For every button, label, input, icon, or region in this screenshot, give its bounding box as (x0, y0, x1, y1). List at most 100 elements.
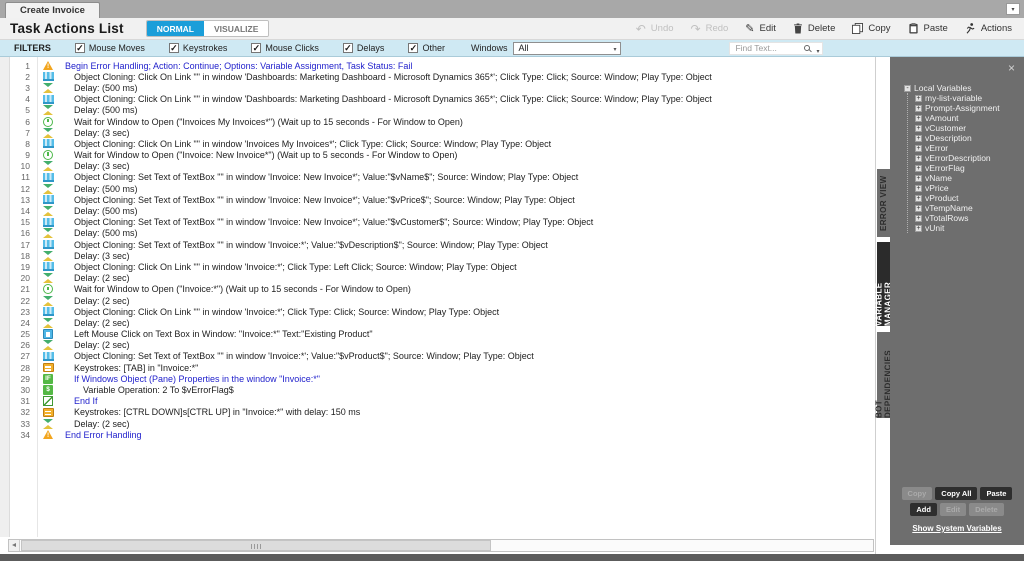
expand-icon[interactable]: + (915, 205, 922, 212)
windows-dropdown[interactable]: All (513, 42, 621, 55)
close-icon[interactable]: × (1008, 63, 1015, 73)
task-action-row[interactable]: 25Left Mouse Click on Text Box in Window… (0, 329, 875, 340)
tab-create-invoice[interactable]: Create Invoice (5, 2, 100, 18)
filter-mouse-moves[interactable]: ✓ Mouse Moves (75, 43, 145, 53)
task-action-row[interactable]: 18Delay: (3 sec) (0, 250, 875, 261)
expand-icon[interactable]: + (915, 215, 922, 222)
task-action-row[interactable]: 20Delay: (2 sec) (0, 273, 875, 284)
tab-overflow-button[interactable] (1006, 3, 1020, 15)
task-action-row[interactable]: 7Delay: (3 sec) (0, 127, 875, 138)
filter-keystrokes[interactable]: ✓Keystrokes (169, 43, 228, 53)
filter-delays[interactable]: ✓Delays (343, 43, 385, 53)
expand-icon[interactable]: + (915, 145, 922, 152)
copy-button[interactable]: Copy (852, 23, 890, 34)
checkbox-icon[interactable]: ✓ (251, 43, 261, 53)
expand-icon[interactable]: + (915, 225, 922, 232)
task-action-row[interactable]: 12Delay: (500 ms) (0, 183, 875, 194)
task-action-row[interactable]: 5Delay: (500 ms) (0, 105, 875, 116)
checkbox-icon[interactable]: ✓ (169, 43, 179, 53)
action-text: Delay: (3 sec) (59, 128, 130, 138)
task-action-row[interactable]: 2Object Cloning: Click On Link "" in win… (0, 71, 875, 82)
variable-item[interactable]: +vTempName (915, 203, 1018, 213)
side-tab-bot-dependencies[interactable]: BOT DEPENDENCIES (877, 332, 890, 418)
expand-icon[interactable]: + (915, 115, 922, 122)
variable-item[interactable]: +Prompt-Assignment (915, 103, 1018, 113)
checkbox-icon[interactable]: ✓ (343, 43, 353, 53)
variable-item[interactable]: +my-list-variable (915, 93, 1018, 103)
task-action-row[interactable]: 26Delay: (2 sec) (0, 340, 875, 351)
expand-icon[interactable]: + (915, 95, 922, 102)
task-action-row[interactable]: 16Delay: (500 ms) (0, 228, 875, 239)
side-tab-variable-manager[interactable]: VARIABLE MANAGER (877, 242, 890, 326)
visualize-mode-button[interactable]: VISUALIZE (204, 21, 268, 36)
paste-button[interactable]: Paste (908, 23, 948, 34)
task-action-row[interactable]: 9Wait for Window to Open ("Invoice: New … (0, 150, 875, 161)
expand-icon[interactable]: + (915, 165, 922, 172)
task-action-row[interactable]: 3Delay: (500 ms) (0, 82, 875, 93)
variable-item[interactable]: +vError (915, 143, 1018, 153)
task-action-row[interactable]: 30$Variable Operation: 2 To $vErrorFlag$ (0, 384, 875, 395)
collapse-icon[interactable]: - (904, 85, 911, 92)
paste-variable-button[interactable]: Paste (980, 487, 1012, 500)
edit-button[interactable]: ✎Edit (745, 23, 776, 34)
variable-item[interactable]: +vProduct (915, 193, 1018, 203)
variable-item[interactable]: +vPrice (915, 183, 1018, 193)
task-action-row[interactable]: 8Object Cloning: Click On Link "" in win… (0, 138, 875, 149)
actions-button[interactable]: Actions (965, 23, 1012, 34)
filter-mouse-clicks[interactable]: ✓Mouse Clicks (251, 43, 319, 53)
task-action-row[interactable]: 27Object Cloning: Set Text of TextBox ""… (0, 351, 875, 362)
variable-item[interactable]: +vErrorDescription (915, 153, 1018, 163)
expand-icon[interactable]: + (915, 105, 922, 112)
copy-all-variable-button[interactable]: Copy All (935, 487, 977, 500)
line-number: 17 (0, 240, 37, 250)
task-action-row[interactable]: 28Keystrokes: [TAB] in "Invoice:*" (0, 362, 875, 373)
task-action-row[interactable]: 17Object Cloning: Set Text of TextBox ""… (0, 239, 875, 250)
side-tab-error-view[interactable]: ERROR VIEW (877, 169, 890, 237)
task-action-row[interactable]: 15Object Cloning: Set Text of TextBox ""… (0, 217, 875, 228)
task-action-row[interactable]: 31End If (0, 396, 875, 407)
normal-mode-button[interactable]: NORMAL (147, 21, 204, 36)
task-action-row[interactable]: 29IFIf Windows Object (Pane) Properties … (0, 373, 875, 384)
task-action-row[interactable]: 19Object Cloning: Click On Link "" in wi… (0, 261, 875, 272)
expand-icon[interactable]: + (915, 135, 922, 142)
checkbox-icon[interactable]: ✓ (75, 43, 85, 53)
variable-item[interactable]: +vUnit (915, 223, 1018, 233)
task-action-row[interactable]: 4Object Cloning: Click On Link "" in win… (0, 94, 875, 105)
task-action-row[interactable]: 1Begin Error Handling; Action: Continue;… (0, 60, 875, 71)
delete-button[interactable]: Delete (793, 23, 835, 34)
task-action-row[interactable]: 33Delay: (2 sec) (0, 418, 875, 429)
variable-item[interactable]: +vErrorFlag (915, 163, 1018, 173)
show-system-variables-link[interactable]: Show System Variables (912, 524, 1001, 533)
variable-item[interactable]: +vCustomer (915, 123, 1018, 133)
filter-checkbox-label: Mouse Moves (89, 43, 145, 53)
tree-root[interactable]: - Local Variables (904, 83, 1018, 93)
search-icon[interactable] (804, 45, 810, 51)
horizontal-scrollbar[interactable] (8, 539, 874, 552)
task-action-row[interactable]: 24Delay: (2 sec) (0, 317, 875, 328)
search-options-caret-icon[interactable] (816, 45, 819, 55)
task-action-row[interactable]: 22Delay: (2 sec) (0, 295, 875, 306)
task-action-row[interactable]: 14Delay: (500 ms) (0, 205, 875, 216)
expand-icon[interactable]: + (915, 175, 922, 182)
expand-icon[interactable]: + (915, 195, 922, 202)
task-action-row[interactable]: 11Object Cloning: Set Text of TextBox ""… (0, 172, 875, 183)
expand-icon[interactable]: + (915, 185, 922, 192)
task-action-row[interactable]: 6Wait for Window to Open ("Invoices My I… (0, 116, 875, 127)
task-action-row[interactable]: 21Wait for Window to Open ("Invoice:*") … (0, 284, 875, 295)
variable-item[interactable]: +vAmount (915, 113, 1018, 123)
scroll-left-button[interactable] (9, 540, 20, 551)
checkbox-icon[interactable]: ✓ (408, 43, 418, 53)
expand-icon[interactable]: + (915, 155, 922, 162)
task-action-row[interactable]: 23Object Cloning: Click On Link "" in wi… (0, 306, 875, 317)
add-variable-button[interactable]: Add (910, 503, 937, 516)
variable-item[interactable]: +vName (915, 173, 1018, 183)
scrollbar-thumb[interactable] (21, 540, 491, 551)
filter-other[interactable]: ✓Other (408, 43, 445, 53)
variable-item[interactable]: +vDescription (915, 133, 1018, 143)
task-action-row[interactable]: 13Object Cloning: Set Text of TextBox ""… (0, 194, 875, 205)
task-action-row[interactable]: 34End Error Handling (0, 429, 875, 440)
expand-icon[interactable]: + (915, 125, 922, 132)
task-action-row[interactable]: 32Keystrokes: [CTRL DOWN]s[CTRL UP] in "… (0, 407, 875, 418)
task-action-row[interactable]: 10Delay: (3 sec) (0, 161, 875, 172)
variable-item[interactable]: +vTotalRows (915, 213, 1018, 223)
